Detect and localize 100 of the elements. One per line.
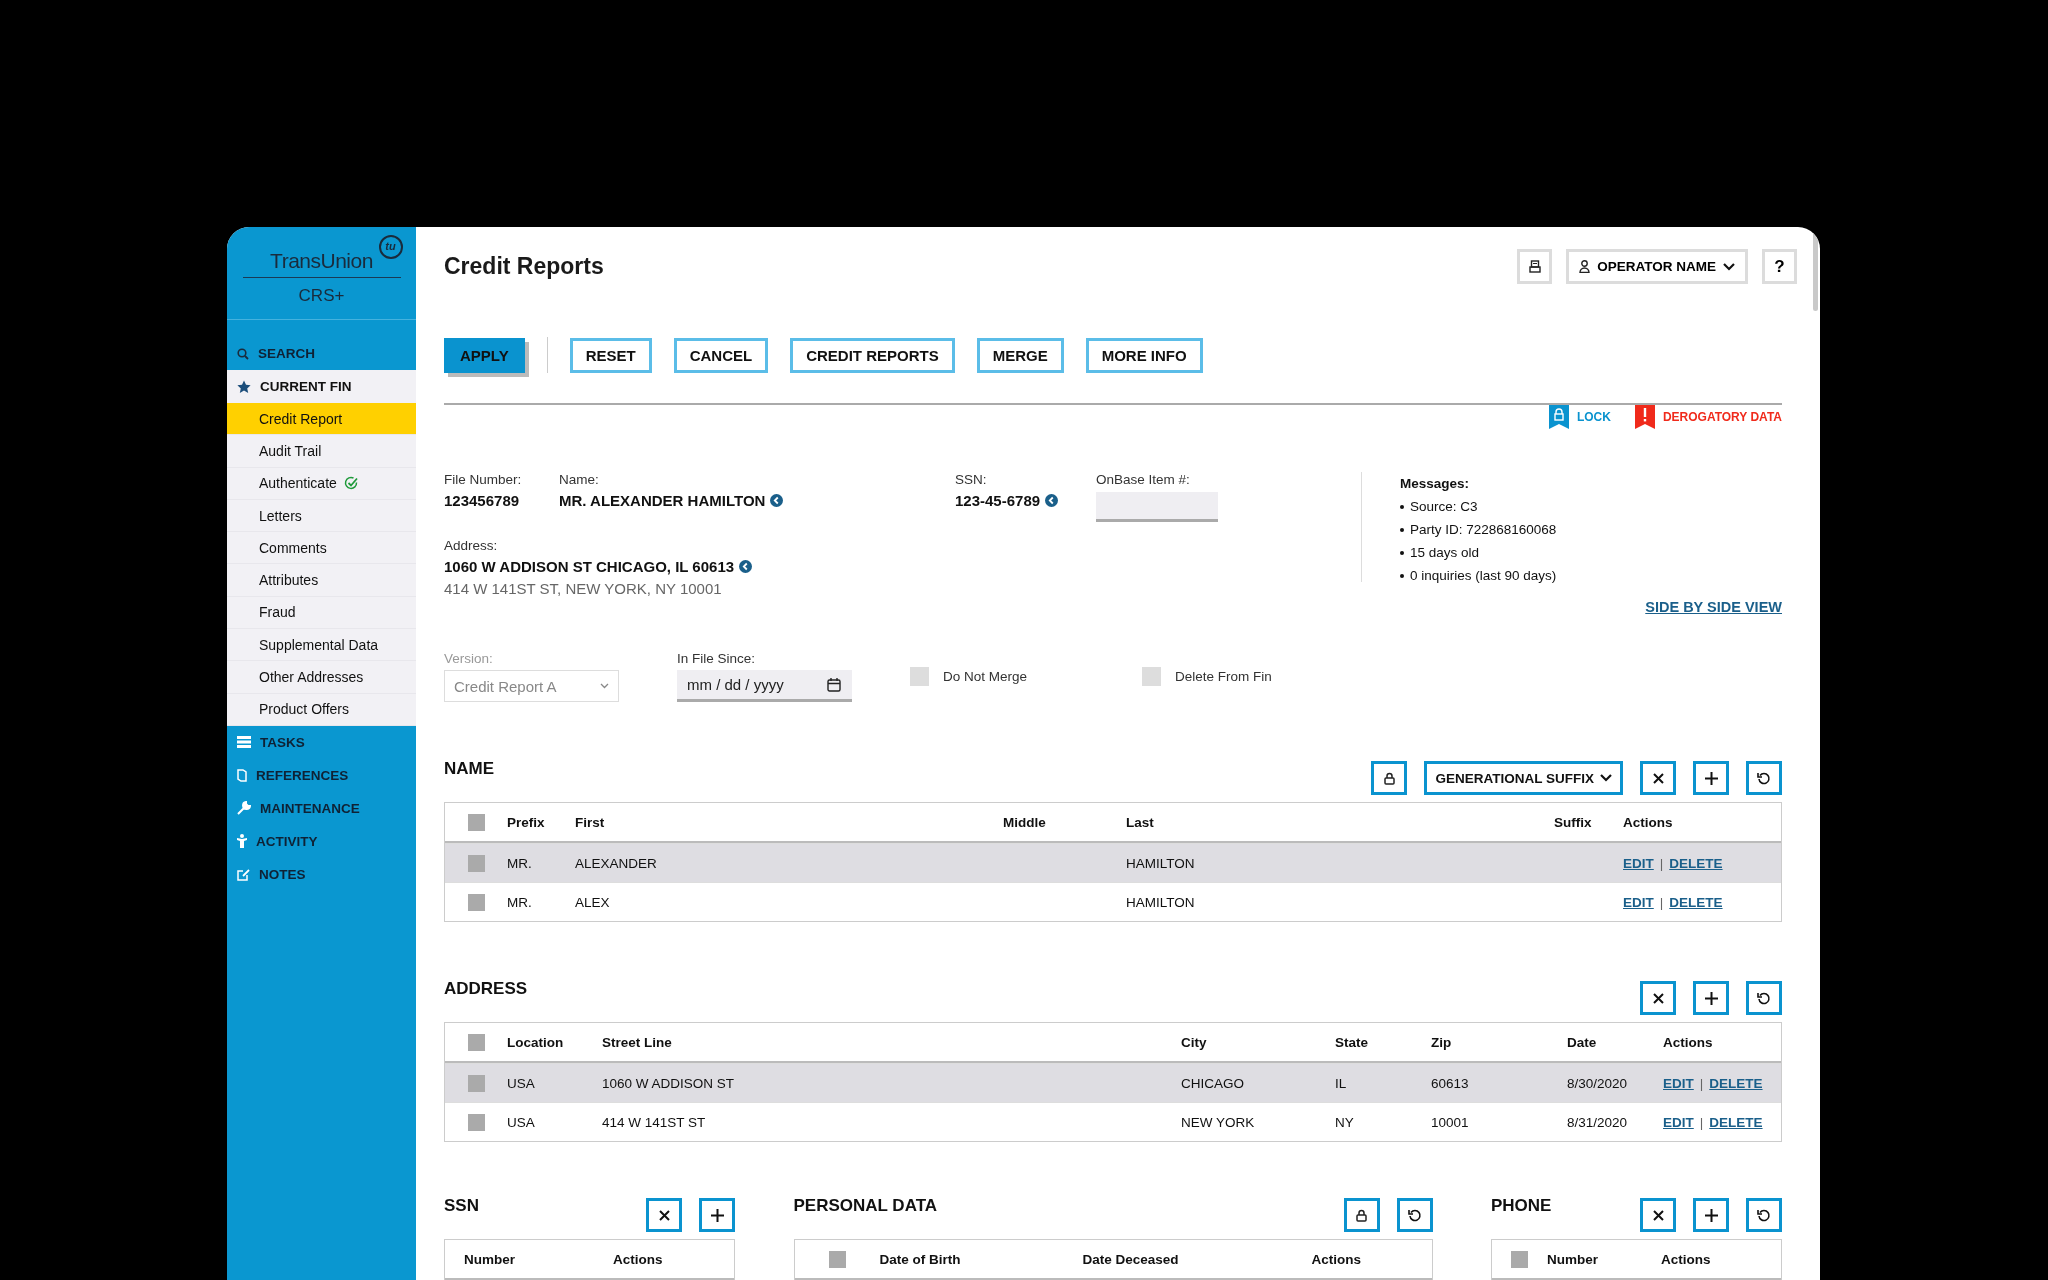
add-button[interactable]: [1693, 761, 1729, 795]
close-icon: [1652, 1209, 1664, 1221]
action-link[interactable]: DELETE: [1669, 894, 1723, 910]
operator-menu[interactable]: OPERATOR NAME: [1566, 249, 1748, 284]
note-icon: [237, 867, 250, 881]
checkbox[interactable]: [467, 1074, 485, 1092]
clear-button[interactable]: [1640, 981, 1676, 1015]
checkbox[interactable]: [467, 893, 485, 911]
checkbox[interactable]: [467, 813, 485, 831]
action-link[interactable]: DELETE: [1669, 855, 1723, 871]
separator: |: [1699, 1114, 1704, 1130]
add-button[interactable]: [1693, 1198, 1729, 1232]
action-link[interactable]: EDIT: [1663, 1114, 1694, 1130]
add-button[interactable]: [1693, 981, 1729, 1015]
nav-item[interactable]: Audit Trail: [227, 435, 416, 468]
nav-item[interactable]: Product Offers: [227, 693, 416, 726]
clear-button[interactable]: [1640, 1198, 1676, 1232]
nav-section[interactable]: ACTIVITY: [227, 824, 416, 858]
checkbox[interactable]: [467, 854, 485, 872]
nav-section[interactable]: MAINTENANCE: [227, 791, 416, 825]
checkbox[interactable]: [910, 667, 929, 686]
clear-button[interactable]: [1640, 761, 1676, 795]
field-label: File Number:: [444, 472, 523, 487]
add-button[interactable]: [699, 1198, 735, 1232]
checkbox[interactable]: [467, 1033, 485, 1051]
nav-item[interactable]: Fraud: [227, 596, 416, 630]
nav-section[interactable]: REFERENCES: [227, 758, 416, 792]
side-by-side-link[interactable]: SIDE BY SIDE VIEW: [1645, 599, 1782, 615]
nav-item[interactable]: Credit Report: [227, 403, 416, 436]
column-header: Number: [464, 1251, 516, 1267]
chevron-icon: [600, 683, 609, 689]
section-title: ADDRESS: [444, 979, 528, 999]
nav-section[interactable]: SEARCH: [227, 337, 416, 370]
date-field[interactable]: mm / dd / yyyy: [677, 670, 852, 702]
reset-button[interactable]: [1746, 761, 1782, 795]
column-header: Actions: [1623, 814, 1674, 830]
nav-section[interactable]: TASKS: [227, 725, 416, 759]
calendar-icon[interactable]: [827, 678, 841, 692]
scrollbar-thumb[interactable]: [1813, 231, 1818, 311]
messages-title: Messages:: [1400, 476, 1471, 491]
column-header: Street Line: [602, 1034, 673, 1050]
nav-item[interactable]: Comments: [227, 532, 416, 565]
checkbox-label: Do Not Merge: [943, 669, 1028, 684]
search-icon: [237, 347, 249, 360]
clear-button[interactable]: [646, 1198, 682, 1232]
bullet-dot: [1400, 550, 1404, 555]
checkbox[interactable]: [1142, 667, 1161, 686]
action-button[interactable]: CREDIT REPORTS: [790, 337, 955, 373]
table-cell: 8/31/2020: [1567, 1114, 1628, 1130]
action-link[interactable]: DELETE: [1709, 1114, 1763, 1130]
reset-button[interactable]: [1746, 1198, 1782, 1232]
close-icon: [658, 1209, 670, 1221]
table-cell: HAMILTON: [1126, 855, 1195, 871]
checkbox[interactable]: [828, 1250, 846, 1268]
message-item: 0 inquiries (last 90 days): [1410, 568, 1557, 583]
nav-item[interactable]: Attributes: [227, 564, 416, 597]
reset-button[interactable]: [1746, 981, 1782, 1015]
table-row[interactable]: USA 414 W 141ST ST NEW YORK NY 10001 8/31/2020 EDIT | DELETE: [445, 1102, 1781, 1141]
help-button[interactable]: ?: [1762, 249, 1797, 284]
action-link[interactable]: DELETE: [1709, 1075, 1763, 1091]
action-link[interactable]: EDIT: [1623, 855, 1654, 871]
table-cell: NEW YORK: [1181, 1114, 1255, 1130]
lock-button[interactable]: [1343, 1198, 1380, 1232]
reset-button[interactable]: [1396, 1198, 1433, 1232]
lock-ribbon-icon: [1548, 405, 1569, 429]
nav-section[interactable]: CURRENT FIN: [227, 370, 416, 403]
nav-section[interactable]: NOTES: [227, 857, 416, 891]
suffix-dropdown[interactable]: GENERATIONAL SUFFIX: [1424, 761, 1623, 795]
action-link[interactable]: EDIT: [1623, 894, 1654, 910]
book-icon: [237, 768, 247, 782]
page-title: Credit Reports: [444, 253, 604, 280]
column-header: Location: [507, 1034, 565, 1050]
action-button[interactable]: MORE INFO: [1085, 337, 1203, 373]
table-row[interactable]: MR. ALEXANDER HAMILTON EDIT | DELETE: [445, 843, 1781, 882]
lock-button[interactable]: [1371, 761, 1408, 795]
field-label: SSN:: [955, 472, 988, 487]
plus-icon: [1704, 991, 1718, 1005]
action-button[interactable]: MERGE: [976, 337, 1064, 373]
nav-item[interactable]: Other Addresses: [227, 661, 416, 694]
action-link[interactable]: EDIT: [1663, 1075, 1694, 1091]
table-cell: 60613: [1431, 1075, 1469, 1091]
chevron-icon: [1723, 262, 1735, 271]
close-icon: [1652, 772, 1664, 784]
print-button[interactable]: [1517, 249, 1553, 284]
table-row[interactable]: MR. ALEX HAMILTON EDIT | DELETE: [445, 882, 1781, 921]
table-cell: IL: [1335, 1075, 1347, 1091]
table-row[interactable]: USA 1060 W ADDISON ST CHICAGO IL 60613 8/30/2020 EDIT | DELETE: [445, 1063, 1781, 1102]
nav-item[interactable]: Authenticate: [227, 467, 416, 500]
reset-icon: [1407, 1208, 1422, 1222]
action-button[interactable]: RESET: [569, 337, 652, 373]
action-button[interactable]: CANCEL: [673, 337, 769, 373]
checkbox[interactable]: [1511, 1250, 1528, 1268]
checkbox[interactable]: [467, 1113, 485, 1131]
onbase-input[interactable]: [1096, 492, 1218, 522]
field-label: In File Since:: [677, 651, 757, 666]
column-header: Actions: [1661, 1251, 1712, 1267]
nav-item[interactable]: Letters: [227, 499, 416, 533]
nav-item[interactable]: Supplemental Data: [227, 629, 416, 662]
field-label: Name:: [559, 472, 600, 487]
table-cell: MR.: [507, 894, 532, 910]
